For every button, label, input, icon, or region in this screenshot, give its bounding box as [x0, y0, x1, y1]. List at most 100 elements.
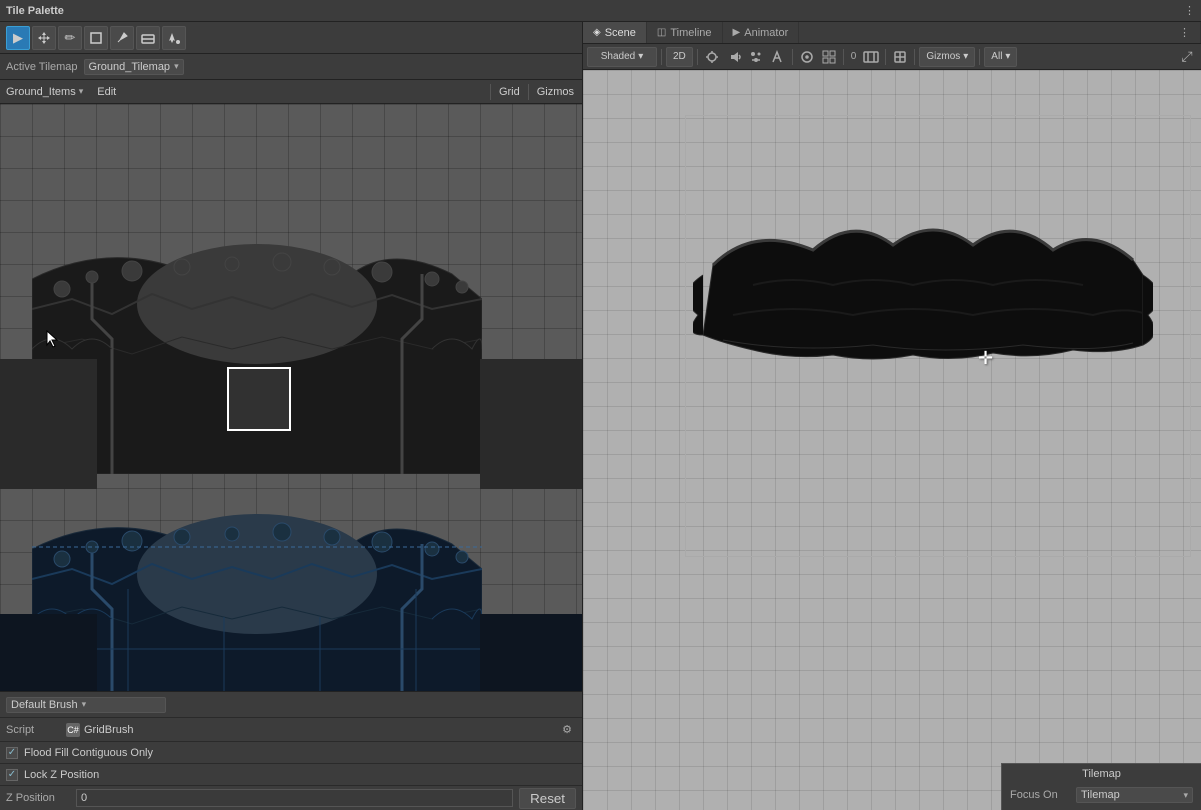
- tile-selection-rect: [227, 367, 291, 431]
- tilemap-panel-title: Tilemap: [1010, 768, 1193, 780]
- focus-on-value: Tilemap: [1081, 789, 1120, 801]
- z-position-input[interactable]: [76, 789, 513, 807]
- scene-sep-3: [792, 49, 793, 65]
- ground-toolbar: Ground_Items ▾ Edit Grid Gizmos: [0, 80, 582, 104]
- erase-tool-btn[interactable]: [136, 26, 160, 50]
- ground-edit-btn[interactable]: Edit: [89, 84, 124, 100]
- tab-scene[interactable]: ◈ Scene: [583, 22, 647, 43]
- count-zero: 0: [848, 51, 860, 62]
- audio-icon-btn[interactable]: [724, 47, 744, 67]
- lock-z-row: ✓ Lock Z Position: [0, 764, 582, 786]
- scene-shape-container: [693, 185, 1153, 380]
- tab-spacer: [799, 22, 1169, 43]
- gizmos-dropdown[interactable]: Gizmos ▾: [919, 47, 975, 67]
- scene-more-1[interactable]: [861, 47, 881, 67]
- flood-fill-checkbox[interactable]: ✓: [6, 747, 18, 759]
- paint-tool-btn[interactable]: ✏: [58, 26, 82, 50]
- scene-tab-bar: ◈ Scene ◫ Timeline ▶ Animator ⋮: [583, 22, 1201, 44]
- 2d-btn[interactable]: 2D: [666, 47, 693, 67]
- tile-art-svg-2: [32, 489, 482, 691]
- script-name: GridBrush: [84, 724, 134, 736]
- lock-z-label: Lock Z Position: [24, 769, 99, 781]
- brush-row: Default Brush ▾: [0, 692, 582, 718]
- tile-palette-menu-btn[interactable]: ⋮: [1184, 4, 1195, 17]
- flood-fill-row: ✓ Flood Fill Contiguous Only: [0, 742, 582, 764]
- animator-tab-label: Animator: [744, 27, 788, 39]
- right-panel: ◈ Scene ◫ Timeline ▶ Animator ⋮ Shaded ▾…: [583, 22, 1201, 810]
- effects-icon-btn[interactable]: [768, 47, 788, 67]
- tab-timeline[interactable]: ◫ Timeline: [647, 22, 723, 43]
- grid-icon-btn[interactable]: [819, 47, 839, 67]
- tool-toolbar: ▶ ✏: [0, 22, 582, 54]
- nav-icon-btn[interactable]: [797, 47, 817, 67]
- particles-icon-btn[interactable]: [746, 47, 766, 67]
- tile-art-group-2: [32, 489, 482, 691]
- box-tool-btn[interactable]: [84, 26, 108, 50]
- tile-palette-header: Tile Palette ⋮: [0, 0, 1201, 22]
- scene-view[interactable]: ✛ Tilemap Focus On Tilemap ▾: [583, 70, 1201, 810]
- gizmos-arrow: ▾: [963, 51, 968, 62]
- tilemap-panel-focus-row: Focus On Tilemap ▾: [1010, 784, 1193, 806]
- scene-tab-label: Scene: [605, 27, 636, 39]
- shaded-label: Shaded: [601, 51, 635, 62]
- ground-items-arrow: ▾: [79, 86, 84, 97]
- scene-sep-6: [914, 49, 915, 65]
- scene-cursor-icon: ✛: [978, 348, 993, 369]
- script-label: Script: [6, 724, 66, 736]
- script-settings-btn[interactable]: ⚙: [558, 721, 576, 739]
- fill-tool-btn[interactable]: [162, 26, 186, 50]
- tile-canvas[interactable]: [0, 104, 582, 691]
- flood-fill-label: Flood Fill Contiguous Only: [24, 747, 153, 759]
- tab-animator[interactable]: ▶ Animator: [723, 22, 800, 43]
- light-icon-btn[interactable]: [702, 47, 722, 67]
- brush-dropdown[interactable]: Default Brush ▾: [6, 697, 166, 713]
- main-layout: ▶ ✏: [0, 22, 1201, 810]
- left-panel: ▶ ✏: [0, 22, 583, 810]
- scene-sep-7: [979, 49, 980, 65]
- tilemap-value: Ground_Tilemap: [89, 61, 171, 73]
- animator-icon: ▶: [733, 27, 741, 38]
- select-tool-btn[interactable]: ▶: [6, 26, 30, 50]
- scene-sep-2: [697, 49, 698, 65]
- scene-sep-5: [885, 49, 886, 65]
- maximize-btn[interactable]: ⤢: [1177, 47, 1197, 67]
- move-tool-btn[interactable]: [32, 26, 56, 50]
- scene-icon: ◈: [593, 27, 601, 38]
- scene-more-2[interactable]: [890, 47, 910, 67]
- all-label: All: [991, 51, 1002, 62]
- scene-shape-svg: [693, 185, 1153, 380]
- dark-corner-bl: [0, 614, 97, 691]
- tile-art-svg-1: [32, 219, 482, 474]
- dark-corner-tr: [480, 359, 582, 489]
- brush-panel: Default Brush ▾ Script C# GridBrush ⚙ ✓ …: [0, 691, 582, 810]
- all-arrow: ▾: [1005, 51, 1010, 62]
- tilemap-dropdown-arrow: ▾: [174, 61, 179, 72]
- tab-menu-btn[interactable]: ⋮: [1169, 22, 1201, 43]
- dark-corner-br: [480, 614, 582, 691]
- shaded-dropdown[interactable]: Shaded ▾: [587, 47, 657, 67]
- scene-sep-1: [661, 49, 662, 65]
- ground-items-dropdown[interactable]: Ground_Items ▾: [0, 84, 89, 100]
- focus-on-dropdown[interactable]: Tilemap ▾: [1076, 787, 1193, 803]
- tile-panel-cursor: [45, 329, 61, 352]
- picker-tool-btn[interactable]: [110, 26, 134, 50]
- ground-items-label: Ground_Items: [6, 86, 76, 98]
- ground-gizmos-btn[interactable]: Gizmos: [528, 84, 582, 100]
- lock-z-checkbox[interactable]: ✓: [6, 769, 18, 781]
- grid-btn[interactable]: Grid: [490, 84, 528, 100]
- active-tilemap-row: Active Tilemap Ground_Tilemap ▾: [0, 54, 582, 80]
- tilemap-bottom-panel: Tilemap Focus On Tilemap ▾: [1001, 763, 1201, 810]
- scene-sep-4: [843, 49, 844, 65]
- gizmos-label: Gizmos: [926, 51, 960, 62]
- script-row: Script C# GridBrush ⚙: [0, 718, 582, 742]
- reset-btn[interactable]: Reset: [519, 788, 576, 809]
- script-cs-icon: C#: [66, 723, 80, 737]
- all-dropdown[interactable]: All ▾: [984, 47, 1017, 67]
- tilemap-dropdown[interactable]: Ground_Tilemap ▾: [84, 59, 184, 75]
- brush-dropdown-arrow: ▾: [82, 699, 87, 710]
- tile-art-group-1: [32, 219, 482, 474]
- timeline-icon: ◫: [657, 27, 666, 38]
- scene-toolbar: Shaded ▾ 2D: [583, 44, 1201, 70]
- z-position-label: Z Position: [6, 792, 76, 804]
- dark-corner-tl: [0, 359, 97, 489]
